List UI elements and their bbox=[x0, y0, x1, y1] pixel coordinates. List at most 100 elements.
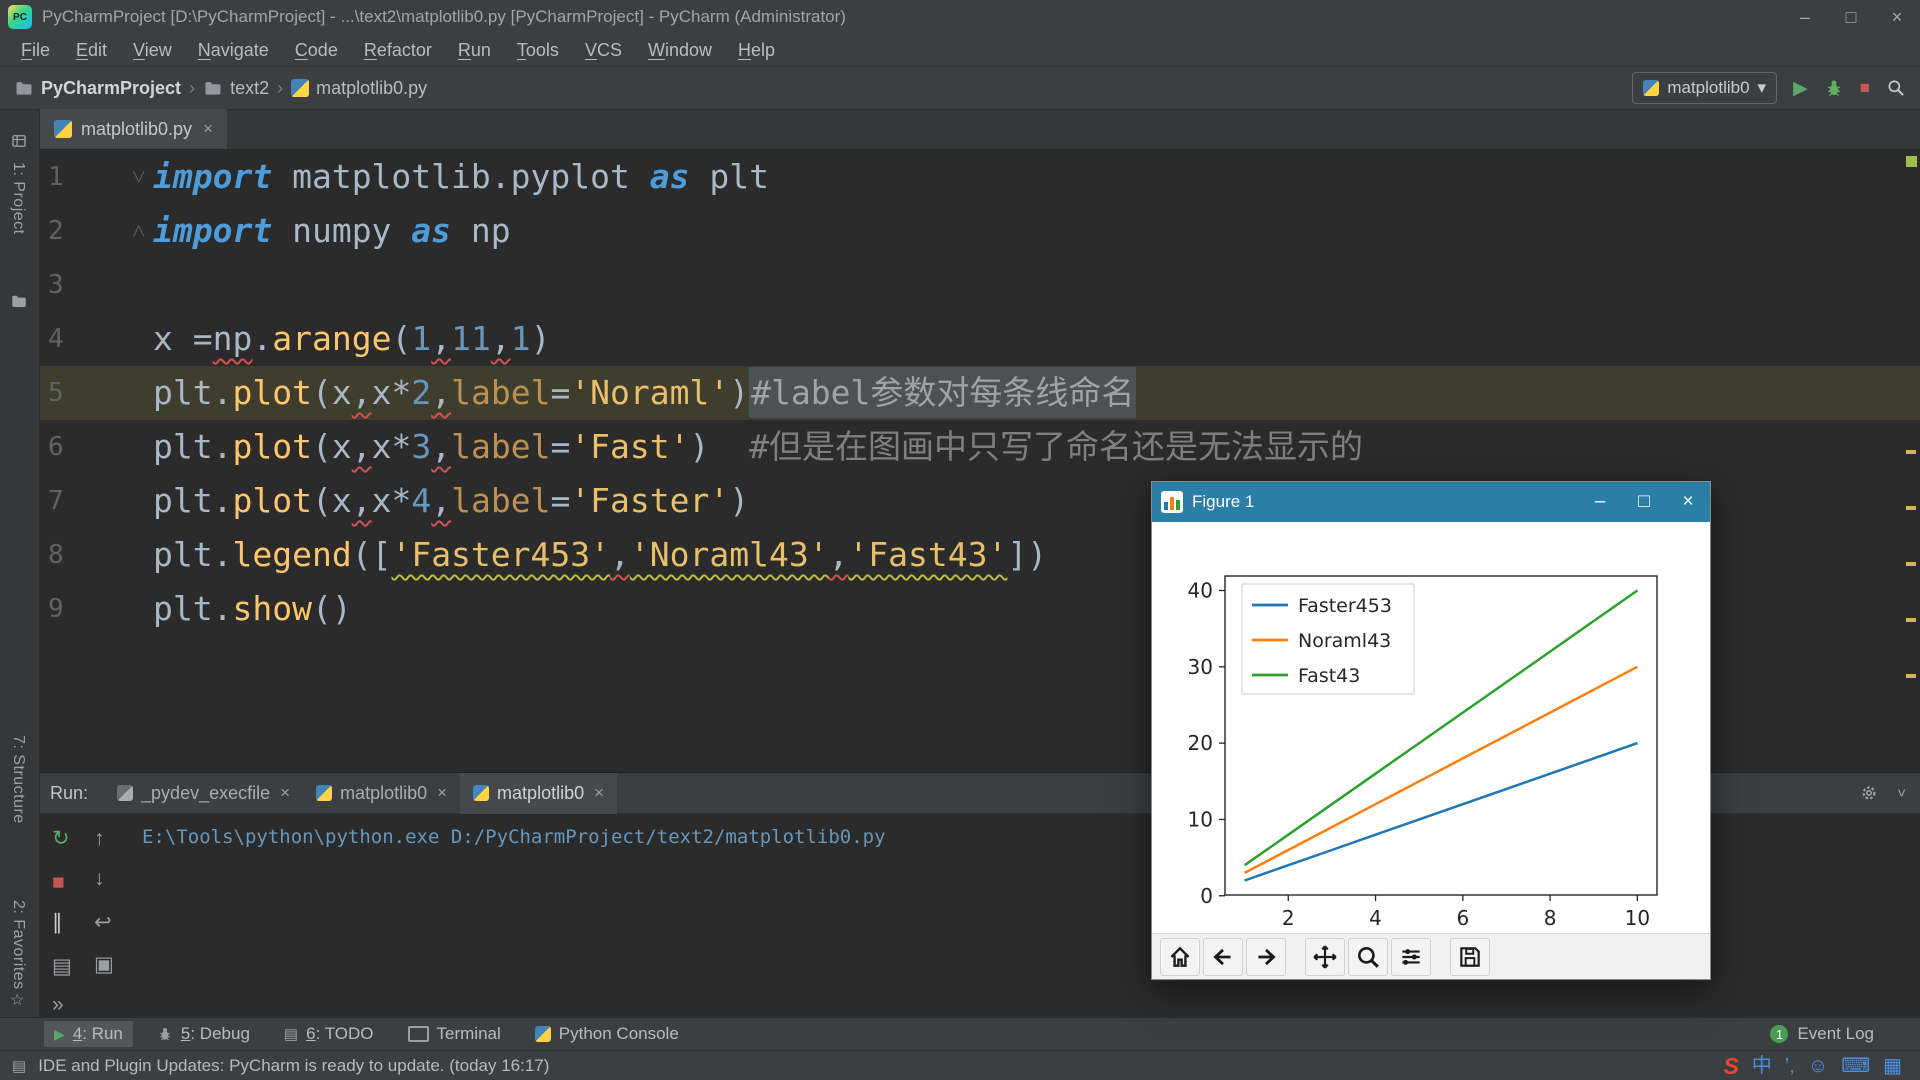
subplots-icon bbox=[1398, 944, 1424, 970]
rerun-icon[interactable]: ↻ bbox=[52, 828, 70, 850]
left-tool-window-strip: 1: Project 7: Structure 2: Favorites ☆ bbox=[0, 110, 40, 1017]
more-icon[interactable]: » bbox=[52, 994, 64, 1016]
toolwindow-button-6-todo[interactable]: ▤6: TODO bbox=[274, 1021, 384, 1047]
x-tick-label: 6 bbox=[1456, 906, 1469, 930]
python-file-icon bbox=[54, 120, 72, 138]
zoom-button[interactable] bbox=[1348, 938, 1388, 976]
code-line-1[interactable]: 1˅import matplotlib.pyplot as plt bbox=[40, 150, 1920, 204]
sidebar-item-structure[interactable]: 7: Structure bbox=[9, 735, 27, 824]
breadcrumb-item[interactable]: matplotlib0.py bbox=[291, 78, 427, 99]
search-everywhere-icon[interactable] bbox=[1886, 78, 1906, 98]
menu-item-edit[interactable]: Edit bbox=[63, 34, 120, 67]
folder-icon bbox=[203, 78, 223, 98]
emoji-picker[interactable]: ☺ bbox=[1808, 1055, 1828, 1077]
code-token: numpy bbox=[272, 211, 411, 250]
x-tick-label: 10 bbox=[1625, 906, 1650, 930]
menu-item-tools[interactable]: Tools bbox=[504, 34, 572, 67]
tool-window-icon[interactable] bbox=[10, 132, 28, 150]
softwrap-icon[interactable]: ▤ bbox=[52, 956, 72, 978]
event-log-button[interactable]: 1 Event Log bbox=[1770, 1024, 1874, 1044]
run-button[interactable]: ▶ bbox=[1793, 77, 1808, 100]
menu-item-vcs[interactable]: VCS bbox=[572, 34, 635, 67]
toolwindow-button-terminal[interactable]: Terminal bbox=[398, 1021, 511, 1047]
forward-button[interactable] bbox=[1246, 938, 1286, 976]
run-configuration-select[interactable]: matplotlib0 ▾ bbox=[1632, 72, 1777, 104]
menu-item-code[interactable]: Code bbox=[282, 34, 351, 67]
toolwindow-button-4-run[interactable]: ▶4: Run bbox=[44, 1021, 133, 1047]
home-button[interactable] bbox=[1160, 938, 1200, 976]
figure-window: Figure 1 – □ × 246810010203040Faster453N… bbox=[1151, 481, 1711, 980]
menu-item-navigate[interactable]: Navigate bbox=[185, 34, 282, 67]
subplots-button[interactable] bbox=[1391, 938, 1431, 976]
toolwindow-button-python-console[interactable]: Python Console bbox=[525, 1021, 689, 1047]
editor-tab-matplotlib0[interactable]: matplotlib0.py × bbox=[40, 109, 227, 149]
pycharm-logo-icon: PC bbox=[8, 5, 32, 29]
close-tab-icon[interactable]: × bbox=[437, 783, 447, 803]
close-tab-icon[interactable]: × bbox=[280, 783, 290, 803]
wrap-return-icon[interactable]: ↩ bbox=[94, 912, 112, 934]
gear-icon bbox=[1859, 783, 1879, 803]
code-line-2[interactable]: 2˄import numpy as np bbox=[40, 204, 1920, 258]
menu-item-run[interactable]: Run bbox=[445, 34, 504, 67]
figure-minimize-button[interactable]: – bbox=[1578, 482, 1622, 522]
run-icon: ▶ bbox=[54, 1026, 65, 1043]
code-token: arange bbox=[272, 319, 391, 358]
code-token: 'Noraml43' bbox=[630, 535, 829, 574]
fold-marker[interactable]: ˅ bbox=[132, 150, 146, 204]
code-token: plt. bbox=[153, 589, 232, 628]
run-tab-matplotlib0[interactable]: matplotlib0× bbox=[460, 773, 617, 814]
back-button[interactable] bbox=[1203, 938, 1243, 976]
pan-button[interactable] bbox=[1305, 938, 1345, 976]
error-stripe[interactable] bbox=[1902, 150, 1920, 772]
run-configuration-name: matplotlib0 bbox=[1667, 78, 1749, 98]
menu-item-refactor[interactable]: Refactor bbox=[351, 34, 445, 67]
up-icon[interactable]: ↑ bbox=[94, 828, 105, 850]
minimize-button[interactable]: – bbox=[1782, 0, 1828, 34]
fold-marker[interactable]: ˄ bbox=[132, 204, 146, 258]
punctuation-mode[interactable]: ’, bbox=[1785, 1055, 1795, 1077]
maximize-button[interactable]: □ bbox=[1828, 0, 1874, 34]
menu-item-help[interactable]: Help bbox=[725, 34, 788, 67]
pin-icon[interactable]: ▣ bbox=[94, 954, 114, 976]
breadcrumb-item[interactable]: text2 bbox=[203, 78, 269, 99]
sidebar-item-project[interactable]: 1: Project bbox=[9, 162, 27, 235]
input-toolbox[interactable]: ▦ bbox=[1883, 1055, 1902, 1077]
menu-item-window[interactable]: Window bbox=[635, 34, 725, 67]
menu-item-view[interactable]: View bbox=[120, 34, 185, 67]
debug-button[interactable] bbox=[1824, 78, 1844, 98]
stop-button[interactable]: ■ bbox=[1860, 78, 1870, 98]
close-tab-icon[interactable]: × bbox=[203, 119, 213, 139]
toolwindow-button-5-debug[interactable]: 5: Debug bbox=[147, 1021, 260, 1047]
stop-icon[interactable]: ■ bbox=[52, 872, 65, 894]
chinese-input-mode[interactable]: 中 bbox=[1752, 1055, 1772, 1077]
gear-icon[interactable] bbox=[1859, 783, 1879, 803]
keyboard-layout[interactable]: ⌨ bbox=[1841, 1055, 1870, 1077]
close-button[interactable]: × bbox=[1874, 0, 1920, 34]
menu-item-file[interactable]: File bbox=[8, 34, 63, 67]
figure-close-button[interactable]: × bbox=[1666, 482, 1710, 522]
tool-window-switcher-icon[interactable]: ▤ bbox=[12, 1057, 26, 1075]
figure-maximize-button[interactable]: □ bbox=[1622, 482, 1666, 522]
pause-icon[interactable]: ∥ bbox=[52, 912, 63, 934]
code-line-3[interactable]: 3 bbox=[40, 258, 1920, 312]
code-token: legend bbox=[232, 535, 351, 574]
sidebar-item-favorites[interactable]: 2: Favorites bbox=[9, 900, 27, 990]
folder-icon[interactable] bbox=[10, 292, 28, 310]
code-token: matplotlib.pyplot bbox=[272, 157, 650, 196]
figure-title-bar[interactable]: Figure 1 – □ × bbox=[1152, 482, 1710, 522]
down-icon[interactable]: ↓ bbox=[94, 868, 105, 890]
hide-panel-icon[interactable]: ˅ bbox=[1897, 785, 1906, 802]
run-tab-matplotlib0[interactable]: matplotlib0× bbox=[303, 773, 460, 814]
code-line-5[interactable]: 5plt.plot(x,x*2,label='Noraml')#label参数对… bbox=[40, 366, 1920, 420]
code-text: plt.plot(x,x*3,label='Fast') #但是在图画中只写了命… bbox=[153, 420, 1363, 474]
save-button[interactable] bbox=[1450, 938, 1490, 976]
code-line-6[interactable]: 6plt.plot(x,x*3,label='Fast') #但是在图画中只写了… bbox=[40, 420, 1920, 474]
run-tab-pydev_execfile[interactable]: _pydev_execfile× bbox=[104, 773, 303, 814]
figure-canvas[interactable]: 246810010203040Faster453Noraml43Fast43 bbox=[1152, 522, 1710, 933]
sogou-logo[interactable]: S bbox=[1723, 1055, 1738, 1077]
star-icon[interactable]: ☆ bbox=[10, 990, 28, 1008]
code-line-4[interactable]: 4x =np.arange(1,11,1) bbox=[40, 312, 1920, 366]
breadcrumb-item[interactable]: PyCharmProject bbox=[14, 78, 181, 99]
close-tab-icon[interactable]: × bbox=[594, 783, 604, 803]
figure-title: Figure 1 bbox=[1192, 492, 1254, 512]
